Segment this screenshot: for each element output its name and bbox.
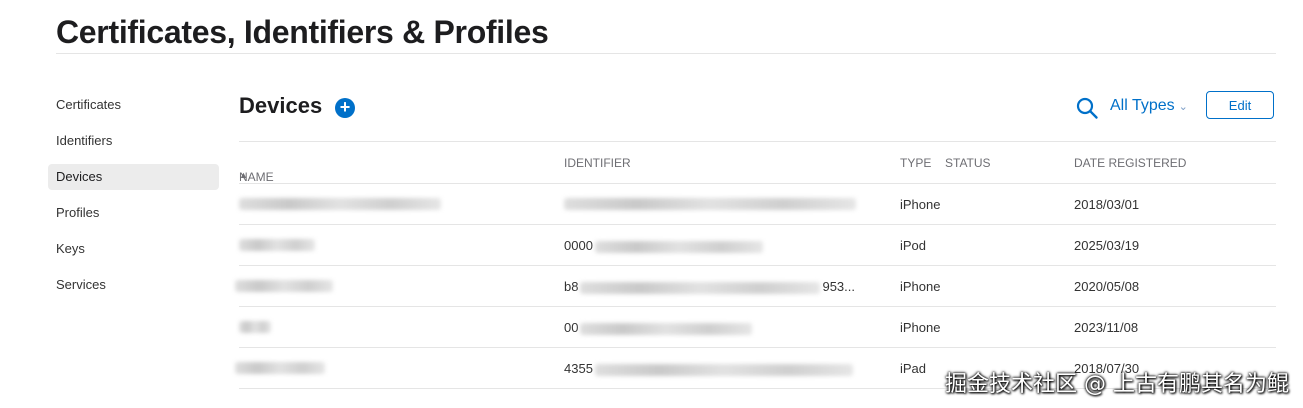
- device-date: 2023/11/08: [1074, 320, 1139, 335]
- table-row[interactable]: 00 iPhone 2023/11/08: [239, 307, 1276, 348]
- identifier-redacted: [594, 240, 763, 253]
- watermark-text: 掘金技术社区 @ 上古有鹏其名为鲲: [945, 372, 1289, 397]
- section-title: Devices: [239, 93, 323, 118]
- page-title: Certificates, Identifiers & Profiles: [56, 14, 549, 50]
- device-name-redacted: [235, 362, 325, 374]
- table-header: NAME ▲ IDENTIFIER TYPE STATUS DATE REGIS…: [239, 141, 1276, 184]
- type-filter-dropdown[interactable]: All Types ⌄: [1110, 97, 1188, 115]
- device-date: 2018/03/01: [1074, 197, 1140, 212]
- device-identifier: 0000: [564, 238, 763, 253]
- chevron-down-icon: ⌄: [1178, 101, 1188, 113]
- table-row[interactable]: b8 953... iPhone 2020/05/08: [235, 266, 1276, 307]
- sidebar-item-profiles[interactable]: Profiles: [48, 200, 219, 226]
- identifier-redacted: [580, 281, 821, 294]
- device-identifier-text: 0000: [564, 238, 593, 253]
- device-identifier-text: b8: [564, 279, 579, 294]
- device-name-redacted: [239, 239, 315, 251]
- device-type: iPod: [900, 238, 927, 253]
- device-date: 2020/05/08: [1074, 279, 1140, 294]
- device-type: iPhone: [900, 197, 941, 212]
- type-filter-label: All Types: [1110, 97, 1175, 114]
- device-name-redacted: [235, 280, 333, 292]
- add-device-button[interactable]: +: [335, 98, 355, 118]
- add-circle-icon: +: [339, 97, 351, 117]
- table-row[interactable]: iPhone 2018/03/01: [239, 184, 1276, 225]
- table-row[interactable]: 0000 iPod 2025/03/19: [239, 225, 1276, 266]
- device-identifier-text: 4355: [564, 361, 593, 376]
- device-date: 2025/03/19: [1074, 238, 1140, 253]
- edit-button[interactable]: Edit: [1206, 91, 1274, 119]
- sidebar: Certificates Identifiers Devices Profile…: [48, 92, 219, 308]
- column-header-type[interactable]: TYPE: [900, 156, 931, 170]
- device-type: iPhone: [900, 279, 941, 294]
- device-type: iPad: [900, 361, 927, 376]
- device-name-redacted: [239, 321, 271, 333]
- identifier-redacted: [580, 322, 753, 335]
- device-identifier-text: 00: [564, 320, 579, 335]
- device-identifier: b8 953...: [564, 279, 855, 294]
- device-identifier: 00: [564, 320, 753, 335]
- device-identifier: 4355: [564, 361, 853, 376]
- identifier-redacted: [594, 363, 853, 376]
- search-icon[interactable]: [1075, 96, 1099, 120]
- device-name-redacted: [239, 198, 441, 210]
- sidebar-item-certificates[interactable]: Certificates: [48, 92, 219, 118]
- sidebar-item-services[interactable]: Services: [48, 272, 219, 298]
- device-identifier-redacted: [564, 198, 856, 210]
- sort-ascending-icon: ▲: [239, 170, 248, 180]
- title-divider: [56, 53, 1276, 54]
- column-header-identifier[interactable]: IDENTIFIER: [564, 156, 631, 170]
- sidebar-item-devices[interactable]: Devices: [48, 164, 219, 190]
- device-type: iPhone: [900, 320, 941, 335]
- sidebar-item-keys[interactable]: Keys: [48, 236, 219, 262]
- sidebar-item-identifiers[interactable]: Identifiers: [48, 128, 219, 154]
- device-identifier-tail: 953...: [822, 279, 855, 294]
- devices-table: NAME ▲ IDENTIFIER TYPE STATUS DATE REGIS…: [235, 141, 1276, 389]
- column-header-date[interactable]: DATE REGISTERED: [1074, 156, 1186, 170]
- column-header-status[interactable]: STATUS: [945, 156, 991, 170]
